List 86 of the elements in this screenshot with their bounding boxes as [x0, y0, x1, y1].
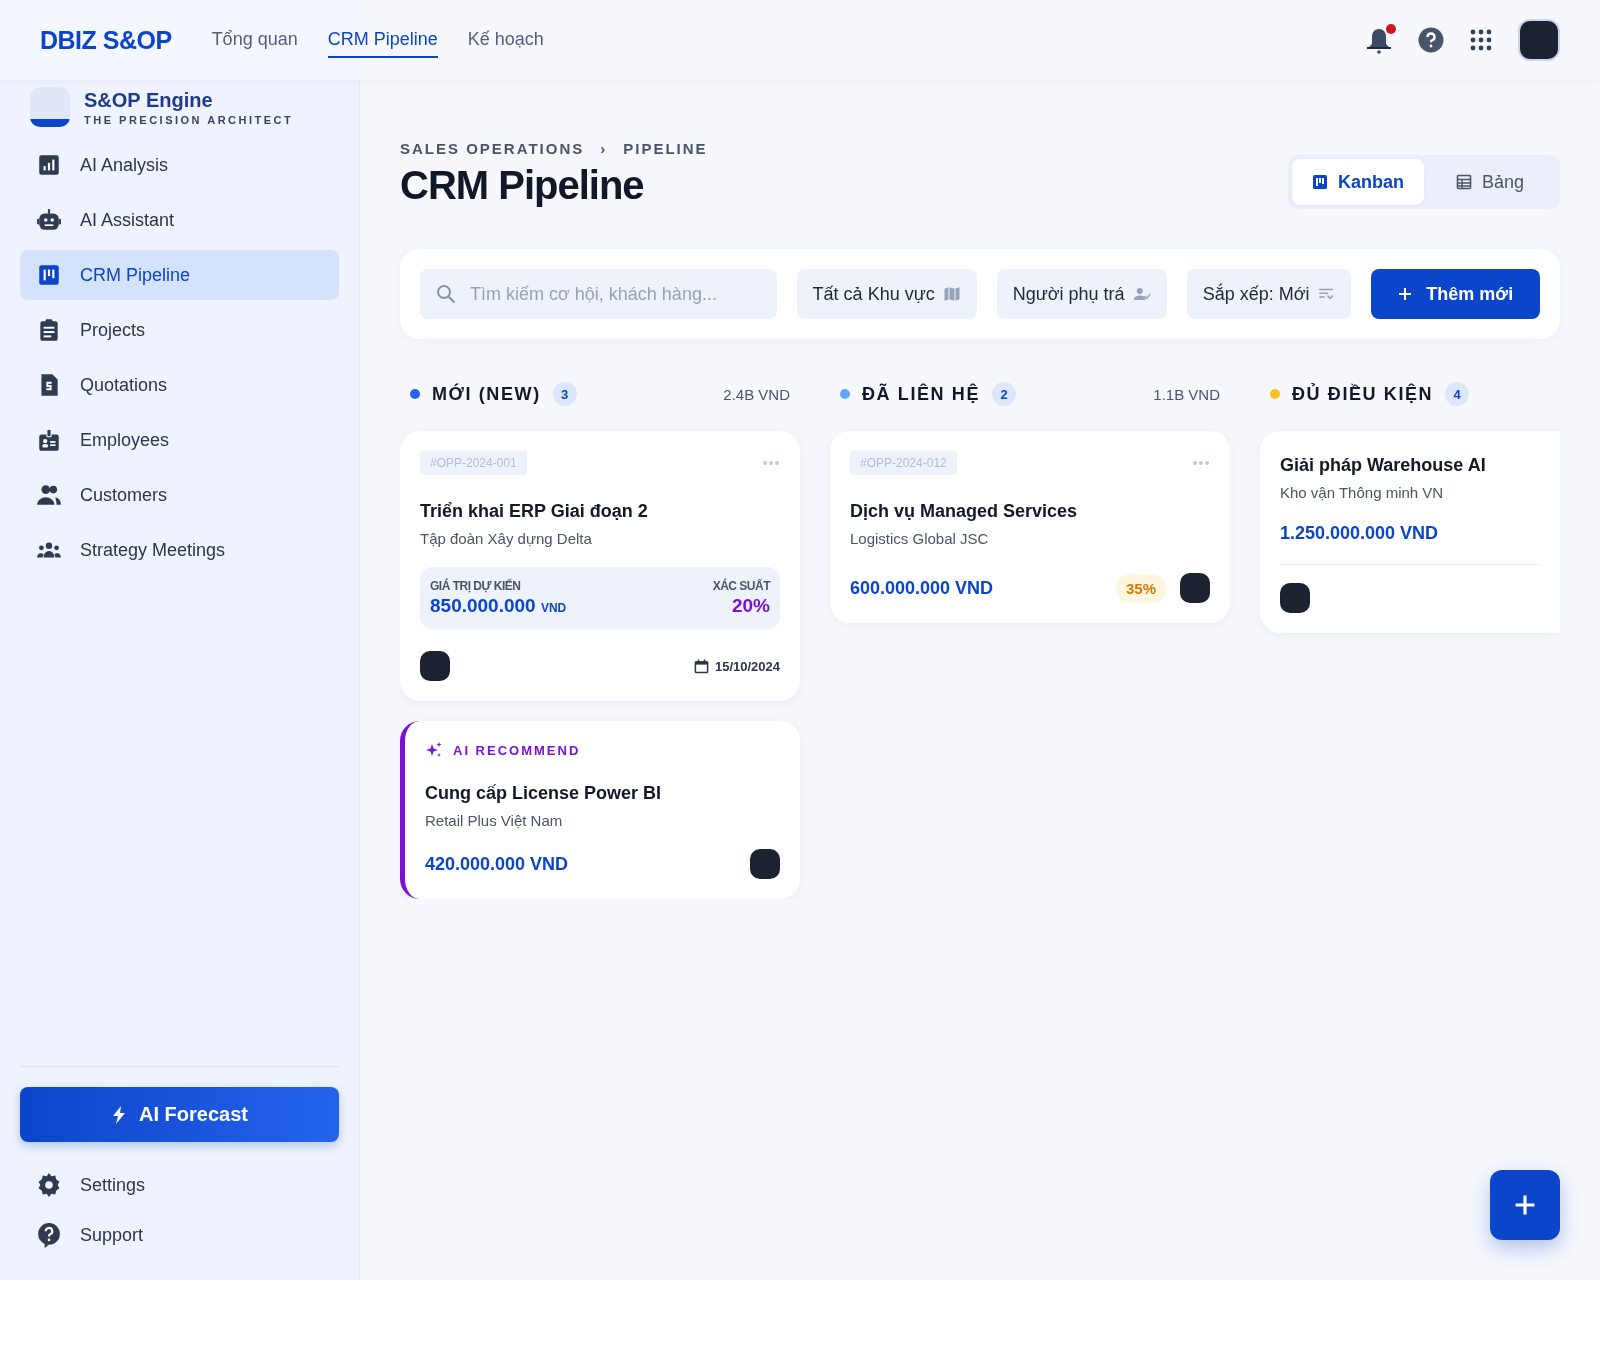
deal-value: 1.250.000.000 VND — [1280, 523, 1440, 544]
count-badge: 3 — [552, 382, 577, 406]
opportunity-title: Triển khai ERP Giai đoạn 2 — [420, 501, 649, 522]
sidebar-item[interactable]: Quotations — [20, 360, 339, 410]
filter-dropdown[interactable]: Sắp xếp: Mới — [1186, 269, 1352, 319]
probability-label: XÁC SUẤT — [712, 579, 770, 593]
logo-icon — [30, 87, 70, 127]
ai-recommend-label: AI RECOMMEND — [453, 742, 581, 758]
probability-badge: 35% — [1115, 573, 1166, 603]
table-icon — [1455, 174, 1472, 190]
ai-recommend-card[interactable]: AI RECOMMEND Cung cấp License Power BI Retail Plus Việt Nam 420.000.000 VND — [400, 721, 800, 899]
help-icon — [36, 1222, 62, 1248]
column-title: MỚI (NEW) — [432, 383, 541, 405]
user-avatar[interactable] — [1518, 19, 1560, 61]
filter-dropdown[interactable]: Người phụ trá — [996, 269, 1167, 319]
due-date: 15/10/2024 — [714, 658, 780, 674]
column-title: ĐÃ LIÊN HỆ — [862, 383, 980, 405]
sidebar-brand-subtitle: THE PRECISION ARCHITECT — [84, 114, 294, 126]
view-tab[interactable]: Bảng — [1424, 159, 1556, 205]
sidebar-brand-title: S&OP Engine — [84, 88, 214, 112]
column-total: 2.4B VND — [723, 385, 790, 403]
kanban-icon — [1312, 174, 1328, 190]
deal-value: 420.000.000 VND — [425, 853, 569, 875]
value-label: GIÁ TRỊ DỰ KIẾN — [430, 579, 522, 593]
column-total: 1.1B VND — [1153, 385, 1220, 403]
company-name: Logistics Global JSC — [850, 530, 990, 547]
calendar-icon — [693, 658, 709, 674]
lightning-icon — [111, 1105, 128, 1124]
sidebar-item[interactable]: Customers — [20, 470, 339, 520]
nav-tab[interactable]: Tổng quan — [211, 22, 298, 58]
count-badge: 2 — [992, 382, 1016, 406]
avatar — [1280, 583, 1310, 613]
opportunity-id: #OPP-2024-012 — [850, 451, 957, 475]
avatar — [1180, 573, 1210, 603]
add-fab-button[interactable] — [1490, 1170, 1560, 1240]
sidebar-item[interactable]: AI Analysis — [20, 140, 339, 190]
sidebar-item-icon — [36, 207, 62, 233]
nav-tab[interactable]: CRM Pipeline — [327, 22, 438, 58]
plus-icon — [1514, 1194, 1536, 1216]
filter-dropdown[interactable]: Tất cả Khu vực — [796, 269, 977, 319]
deal-value: 600.000.000 VND — [850, 577, 994, 599]
breadcrumb-separator: › — [600, 140, 608, 157]
sidebar-item[interactable]: Settings — [20, 1160, 339, 1210]
user-check-icon — [1132, 285, 1151, 303]
breadcrumb-item: PIPELINE — [623, 140, 708, 157]
plus-icon — [1398, 287, 1413, 301]
sidebar-item[interactable]: Strategy Meetings — [20, 525, 339, 575]
ai-forecast-button[interactable]: AI Forecast — [20, 1087, 339, 1142]
company-name: Kho vận Thông minh VN — [1280, 484, 1445, 501]
page-title: CRM Pipeline — [400, 163, 645, 208]
nav-tab[interactable]: Kế hoạch — [467, 22, 544, 58]
sidebar-item-icon — [36, 482, 62, 508]
opportunity-title: Giải pháp Warehouse AI — [1280, 455, 1487, 476]
opportunity-title: Cung cấp License Power BI — [425, 783, 663, 804]
sidebar-item-icon — [36, 262, 62, 288]
opportunity-title: Dịch vụ Managed Services — [850, 501, 1079, 522]
sidebar-item[interactable]: CRM Pipeline — [20, 250, 339, 300]
probability-value: 20% — [730, 595, 770, 617]
count-badge: 4 — [1445, 382, 1470, 406]
opportunity-id: #OPP-2024-001 — [420, 451, 527, 475]
sidebar-item-icon — [36, 152, 62, 178]
help-icon[interactable] — [1418, 27, 1444, 53]
company-name: Tập đoàn Xây dựng Delta — [420, 530, 593, 547]
search-field[interactable]: Tìm kiếm cơ hội, khách hàng... — [420, 269, 777, 319]
avatar — [750, 849, 780, 879]
bell-icon — [1366, 26, 1392, 54]
column-title: ĐỦ ĐIỀU KIỆN — [1292, 383, 1434, 405]
opportunity-card[interactable]: Giải pháp Warehouse AI Kho vận Thông minh VN 1.250.000.000 VND — [1260, 431, 1560, 633]
opportunity-card[interactable]: #OPP-2024-001 Triển khai ERP Giai đoạn 2 Tập đoàn Xây dựng Delta GIÁ TRỊ DỰ KIẾN 850.000.000 VND XÁC SUẤT 20% 15/10/2024 — [400, 431, 800, 701]
opportunity-card[interactable]: #OPP-2024-012 Dịch vụ Managed Services Logistics Global JSC 600.000.000 VND 35% — [830, 431, 1230, 623]
sparkle-icon — [425, 741, 443, 759]
add-new-button[interactable]: Thêm mới — [1371, 269, 1540, 319]
sidebar-item[interactable]: Projects — [20, 305, 339, 355]
view-tab[interactable]: Kanban — [1292, 159, 1424, 205]
app-logo[interactable]: DBIZ S&OP — [40, 25, 172, 55]
sidebar-item[interactable]: Support — [20, 1210, 339, 1260]
map-icon — [942, 285, 961, 303]
settings-icon — [36, 1172, 62, 1198]
sidebar-item-icon — [36, 427, 62, 453]
expected-value: 850.000.000 VND — [430, 595, 567, 617]
sidebar-item[interactable]: Employees — [20, 415, 339, 465]
apps-grid-icon[interactable] — [1470, 29, 1492, 51]
breadcrumb-item[interactable]: SALES OPERATIONS — [400, 140, 585, 157]
avatar — [420, 651, 450, 681]
sidebar-item[interactable]: AI Assistant — [20, 195, 339, 245]
company-name: Retail Plus Việt Nam — [425, 812, 564, 829]
